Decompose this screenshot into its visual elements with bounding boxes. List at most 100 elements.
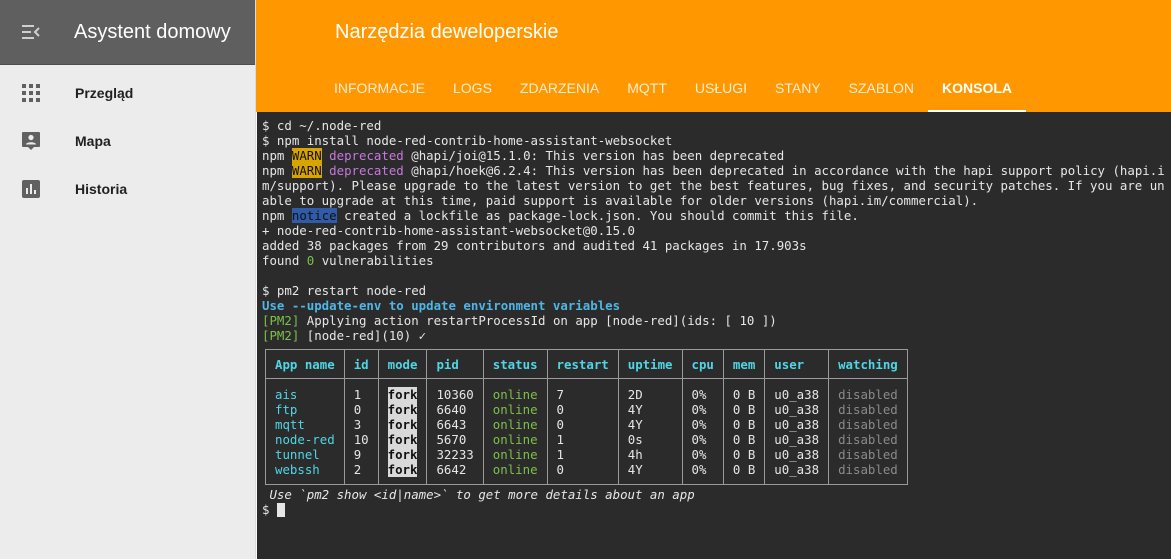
cell-watching: disabled	[828, 461, 908, 477]
cell-restart: 0	[546, 401, 619, 417]
notice-badge: notice	[291, 208, 337, 223]
column-header: restart	[546, 349, 619, 379]
cell-uptime: 2D	[617, 386, 683, 402]
cell-cpu: 0%	[681, 431, 724, 447]
cell-name: tunnel	[265, 446, 345, 462]
cell-restart: 0	[546, 416, 619, 432]
cell-restart: 1	[546, 446, 619, 462]
page-title: Narzędzia deweloperskie	[335, 21, 559, 43]
terminal-console[interactable]: $ cd ~/.node-red $ npm install node-red-…	[257, 112, 1171, 559]
found-suffix: vulnerabilities	[314, 253, 434, 268]
terminal-line: $ pm2 restart node-red	[262, 283, 427, 298]
sidebar-item-label: Mapa	[75, 133, 111, 149]
column-header: watching	[828, 349, 908, 379]
tab-mqtt[interactable]: MQTT	[613, 64, 681, 112]
grid-icon	[0, 84, 62, 102]
warn-badge: WARN	[291, 148, 322, 163]
mode-badge: fork	[387, 431, 418, 447]
cell-user: u0_a38	[764, 416, 830, 432]
mode-badge: fork	[387, 401, 418, 417]
column-header: mem	[722, 349, 766, 379]
cell-watching: disabled	[828, 401, 908, 417]
table-row: tunnel 9 fork 32233 online 1 4h 0% 0 Bu0_a38 disa…	[265, 446, 908, 462]
column-header: cpu	[681, 349, 724, 379]
cell-user: u0_a38	[764, 401, 830, 417]
tab-zdarzenia[interactable]: ZDARZENIA	[506, 64, 613, 112]
menu-collapse-icon[interactable]	[0, 0, 62, 65]
cell-pid: 6643	[426, 416, 484, 432]
sidebar-item-mapa[interactable]: Mapa	[0, 117, 255, 165]
cell-pid: 32233	[426, 446, 484, 462]
pm2-tag: [PM2]	[262, 328, 300, 343]
column-header: status	[482, 349, 548, 379]
cell-name: ftp	[265, 401, 345, 417]
cell-restart: 7	[546, 386, 619, 402]
cell-pid: 6640	[426, 401, 484, 417]
cell-mem: 0 B	[722, 461, 766, 477]
mode-badge: fork	[387, 416, 418, 432]
cell-uptime: 4Y	[617, 401, 683, 417]
tab-informacje[interactable]: INFORMACJE	[320, 64, 439, 112]
sidebar-item-historia[interactable]: Historia	[0, 165, 255, 213]
cell-name: mqtt	[265, 416, 345, 432]
tab-szablon[interactable]: SZABLON	[835, 64, 928, 112]
terminal-line: + node-red-contrib-home-assistant-websoc…	[262, 223, 635, 238]
table-end	[265, 476, 908, 485]
cell-uptime: 0s	[617, 431, 683, 447]
cell-uptime: 4h	[617, 446, 683, 462]
cell-mem: 0 B	[722, 416, 766, 432]
cell-watching: disabled	[828, 416, 908, 432]
mode-badge: fork	[387, 446, 418, 462]
cell-user: u0_a38	[764, 461, 830, 477]
table-row: ftp 0 fork 6640 online 0 4Y 0% 0 Bu0_a38 disabled	[265, 401, 908, 417]
terminal-line: found 0 vulnerabilities	[262, 253, 1165, 268]
cell-watching: disabled	[828, 386, 908, 402]
cell-mode: fork	[377, 386, 428, 402]
cell-uptime: 4Y	[617, 416, 683, 432]
cell-user: u0_a38	[764, 431, 830, 447]
npm-prefix: npm	[262, 208, 285, 223]
cell-mode: fork	[377, 416, 428, 432]
terminal-line: $ npm install node-red-contrib-home-assi…	[262, 133, 673, 148]
sidebar-item-label: Przegląd	[75, 85, 134, 101]
cell-user: u0_a38	[764, 386, 830, 402]
cell-status: online	[482, 401, 548, 417]
cursor	[276, 503, 285, 517]
cell-id: 1	[343, 386, 379, 402]
column-header: id	[343, 349, 379, 379]
terminal-line: npm notice created a lockfile as package…	[262, 208, 1165, 223]
cell-pid: 6642	[426, 461, 484, 477]
terminal-line: $ cd ~/.node-red	[262, 118, 382, 133]
table-row: mqtt 3 fork 6643 online 0 4Y 0% 0 Bu0_a38 disable…	[265, 416, 908, 432]
bar-chart-icon	[0, 180, 62, 198]
deprecated-label: deprecated	[329, 163, 404, 178]
cell-name: ais	[265, 386, 345, 402]
sidebar-header: Asystent domowy	[0, 0, 255, 65]
pm2-message: Applying action restartProcessId on app …	[299, 313, 777, 328]
pm2-process-table: App name id mode pid status restart upti…	[265, 349, 908, 485]
cell-mode: fork	[377, 461, 428, 477]
warn-badge: WARN	[291, 163, 322, 178]
sidebar-item-przeglad[interactable]: Przegląd	[0, 69, 255, 117]
cell-mode: fork	[377, 446, 428, 462]
column-header: App name	[265, 349, 345, 379]
pm2-tag: [PM2]	[262, 313, 300, 328]
column-header: uptime	[617, 349, 683, 379]
cell-id: 2	[343, 461, 379, 477]
cell-watching: disabled	[828, 431, 908, 447]
tab-konsola[interactable]: KONSOLA	[928, 64, 1027, 112]
cell-mem: 0 B	[722, 401, 766, 417]
tab-stany[interactable]: STANY	[761, 64, 835, 112]
tab-uslugi[interactable]: USŁUGI	[681, 64, 761, 112]
cell-mem: 0 B	[722, 431, 766, 447]
cell-cpu: 0%	[681, 401, 724, 417]
tab-logs[interactable]: LOGS	[439, 64, 506, 112]
cell-cpu: 0%	[681, 446, 724, 462]
cell-status: online	[482, 386, 548, 402]
prompt: $	[262, 502, 277, 517]
prompt-line[interactable]: $	[262, 502, 1165, 517]
pm2-message: [node-red](10) ✓	[299, 328, 427, 343]
mode-badge: fork	[387, 386, 418, 402]
cell-pid: 5670	[426, 431, 484, 447]
